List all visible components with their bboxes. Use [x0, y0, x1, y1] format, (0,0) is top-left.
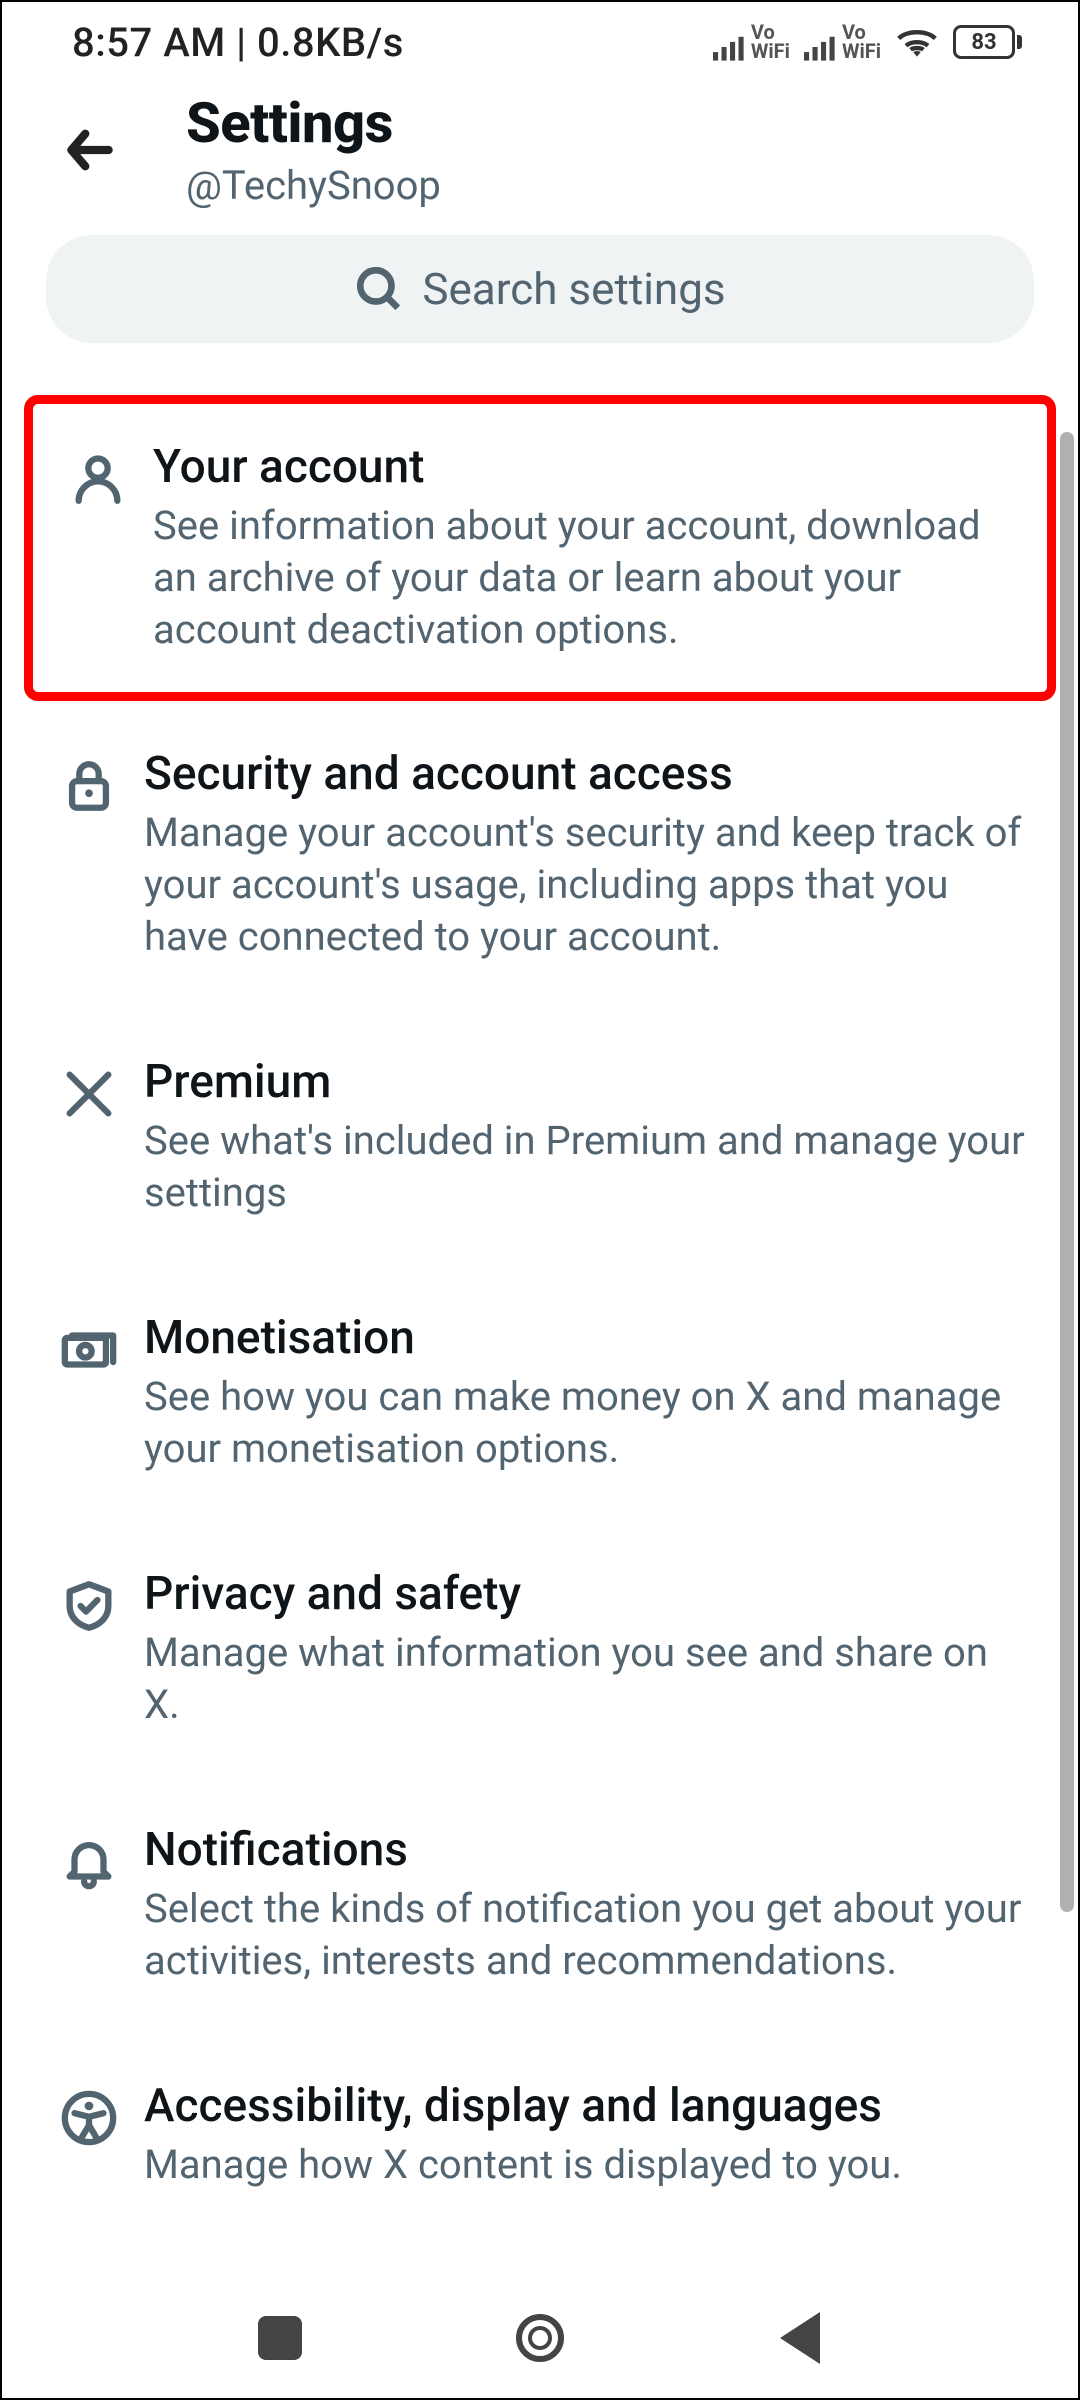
x-icon — [34, 1065, 144, 1123]
signal-vowifi-2: Vo WiFi — [804, 23, 881, 61]
search-icon — [354, 264, 404, 314]
item-desc: Select the kinds of notification you get… — [144, 1883, 1030, 1987]
item-title: Accessibility, display and languages — [144, 2079, 1030, 2133]
settings-item-your-account[interactable]: Your account See information about your … — [24, 395, 1056, 701]
settings-item-accessibility[interactable]: Accessibility, display and languages Man… — [2, 2033, 1078, 2237]
header: Settings @TechySnoop — [2, 82, 1078, 227]
item-title: Premium — [144, 1055, 1030, 1109]
search-input[interactable]: Search settings — [46, 235, 1034, 343]
item-title: Privacy and safety — [144, 1567, 1030, 1621]
back-nav-button[interactable] — [770, 2308, 830, 2368]
item-title: Security and account access — [144, 747, 1030, 801]
arrow-left-icon — [62, 122, 118, 178]
item-desc: Manage how X content is displayed to you… — [144, 2139, 1030, 2191]
scroll-indicator[interactable] — [1060, 432, 1074, 1912]
settings-list: Your account See information about your … — [2, 395, 1078, 2237]
signal-vowifi-1: Vo WiFi — [713, 23, 790, 61]
item-title: Notifications — [144, 1823, 1030, 1877]
wifi-icon — [895, 25, 939, 59]
status-bar: 8:57 AM | 0.8KB/s Vo WiFi Vo WiFi — [2, 2, 1078, 82]
item-title: Monetisation — [144, 1311, 1030, 1365]
item-desc: See how you can make money on X and mana… — [144, 1371, 1030, 1475]
settings-item-security[interactable]: Security and account access Manage your … — [2, 701, 1078, 1009]
page-title: Settings — [186, 90, 441, 156]
signal-icon — [713, 33, 747, 61]
settings-item-privacy[interactable]: Privacy and safety Manage what informati… — [2, 1521, 1078, 1777]
shield-icon — [34, 1577, 144, 1635]
bell-icon — [34, 1833, 144, 1891]
signal-icon — [804, 33, 838, 61]
back-button[interactable] — [42, 102, 138, 198]
battery-indicator: 83 — [953, 25, 1022, 59]
settings-item-monetisation[interactable]: Monetisation See how you can make money … — [2, 1265, 1078, 1521]
item-title: Your account — [153, 440, 1021, 494]
home-button[interactable] — [510, 2308, 570, 2368]
item-desc: Manage what information you see and shar… — [144, 1627, 1030, 1731]
settings-item-notifications[interactable]: Notifications Select the kinds of notifi… — [2, 1777, 1078, 2033]
status-time: 8:57 AM — [72, 19, 226, 66]
item-desc: See information about your account, down… — [153, 500, 1021, 656]
status-time-speed: 8:57 AM | 0.8KB/s — [72, 19, 404, 66]
lock-icon — [34, 757, 144, 815]
money-icon — [34, 1321, 144, 1379]
status-indicators: Vo WiFi Vo WiFi 83 — [713, 23, 1022, 61]
search-placeholder: Search settings — [422, 263, 725, 315]
search-container: Search settings — [2, 227, 1078, 353]
accessibility-icon — [34, 2089, 144, 2147]
item-desc: Manage your account's security and keep … — [144, 807, 1030, 963]
settings-item-premium[interactable]: Premium See what's included in Premium a… — [2, 1009, 1078, 1265]
person-icon — [43, 450, 153, 508]
page-handle: @TechySnoop — [186, 162, 441, 209]
status-speed: 0.8KB/s — [257, 19, 404, 66]
item-desc: See what's included in Premium and manag… — [144, 1115, 1030, 1219]
android-nav-bar — [2, 2278, 1078, 2398]
recent-apps-button[interactable] — [250, 2308, 310, 2368]
